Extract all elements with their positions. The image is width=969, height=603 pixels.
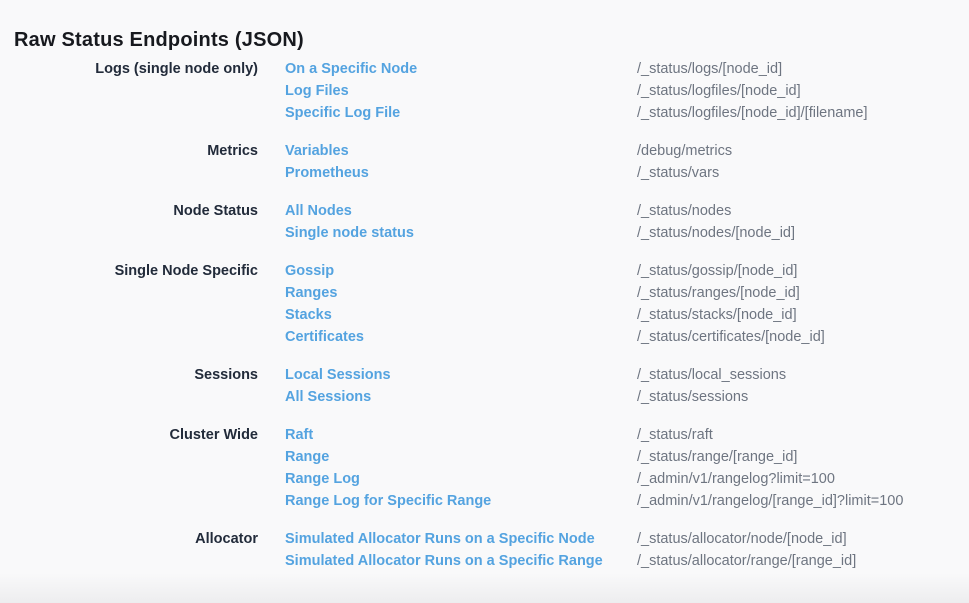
endpoint-path: /_status/gossip/[node_id] [637, 260, 797, 282]
endpoint-link[interactable]: Range Log [285, 468, 637, 490]
endpoint-path: /_status/logs/[node_id] [637, 58, 782, 80]
category-label: Node Status [0, 200, 258, 222]
endpoint-path: /_status/allocator/range/[range_id] [637, 550, 856, 572]
endpoint-link[interactable]: Simulated Allocator Runs on a Specific N… [285, 528, 637, 550]
endpoint-link[interactable]: Log Files [285, 80, 637, 102]
endpoint-path: /_status/raft [637, 424, 713, 446]
endpoint-link[interactable]: Certificates [285, 326, 637, 348]
endpoint-section: Allocator Simulated Allocator Runs on a … [0, 528, 969, 572]
table-row: Range Log for Specific Range /_admin/v1/… [285, 490, 903, 512]
table-row: Range Log /_admin/v1/rangelog?limit=100 [285, 468, 903, 490]
endpoint-link[interactable]: Simulated Allocator Runs on a Specific R… [285, 550, 637, 572]
table-row: All Sessions /_status/sessions [285, 386, 786, 408]
category-label: Metrics [0, 140, 258, 162]
table-row: Certificates /_status/certificates/[node… [285, 326, 825, 348]
endpoint-link[interactable]: Prometheus [285, 162, 637, 184]
section-rows: Variables /debug/metrics Prometheus /_st… [285, 140, 732, 184]
category-label: Allocator [0, 528, 258, 550]
table-row: Stacks /_status/stacks/[node_id] [285, 304, 825, 326]
endpoint-link[interactable]: Stacks [285, 304, 637, 326]
page-title: Raw Status Endpoints (JSON) [14, 28, 304, 52]
endpoint-section: Node Status All Nodes /_status/nodes Sin… [0, 200, 969, 244]
endpoint-path: /_status/certificates/[node_id] [637, 326, 825, 348]
endpoint-link[interactable]: Local Sessions [285, 364, 637, 386]
endpoint-path: /_status/allocator/node/[node_id] [637, 528, 847, 550]
endpoint-link[interactable]: All Nodes [285, 200, 637, 222]
category-label: Logs (single node only) [0, 58, 258, 80]
table-row: Ranges /_status/ranges/[node_id] [285, 282, 825, 304]
endpoint-path: /_status/stacks/[node_id] [637, 304, 797, 326]
table-row: Single node status /_status/nodes/[node_… [285, 222, 795, 244]
category-label: Sessions [0, 364, 258, 386]
endpoint-link[interactable]: Gossip [285, 260, 637, 282]
table-row: Gossip /_status/gossip/[node_id] [285, 260, 825, 282]
endpoint-path: /_status/logfiles/[node_id]/[filename] [637, 102, 868, 124]
endpoint-link[interactable]: Range Log for Specific Range [285, 490, 637, 512]
table-row: Log Files /_status/logfiles/[node_id] [285, 80, 868, 102]
endpoint-link[interactable]: Ranges [285, 282, 637, 304]
endpoint-path: /_status/nodes/[node_id] [637, 222, 795, 244]
table-row: All Nodes /_status/nodes [285, 200, 795, 222]
section-rows: Simulated Allocator Runs on a Specific N… [285, 528, 856, 572]
endpoint-path: /_status/sessions [637, 386, 748, 408]
endpoints-table: Logs (single node only) On a Specific No… [0, 58, 969, 588]
section-rows: Gossip /_status/gossip/[node_id] Ranges … [285, 260, 825, 348]
endpoint-path: /_status/range/[range_id] [637, 446, 797, 468]
table-row: Raft /_status/raft [285, 424, 903, 446]
endpoint-link[interactable]: On a Specific Node [285, 58, 637, 80]
table-row: Local Sessions /_status/local_sessions [285, 364, 786, 386]
endpoint-link[interactable]: Specific Log File [285, 102, 637, 124]
endpoint-path: /_admin/v1/rangelog?limit=100 [637, 468, 835, 490]
section-rows: Raft /_status/raft Range /_status/range/… [285, 424, 903, 512]
endpoint-path: /debug/metrics [637, 140, 732, 162]
section-rows: On a Specific Node /_status/logs/[node_i… [285, 58, 868, 124]
endpoint-section: Cluster Wide Raft /_status/raft Range /_… [0, 424, 969, 512]
table-row: On a Specific Node /_status/logs/[node_i… [285, 58, 868, 80]
endpoint-path: /_status/ranges/[node_id] [637, 282, 800, 304]
endpoint-section: Single Node Specific Gossip /_status/gos… [0, 260, 969, 348]
endpoint-link[interactable]: Variables [285, 140, 637, 162]
table-row: Variables /debug/metrics [285, 140, 732, 162]
endpoint-path: /_status/logfiles/[node_id] [637, 80, 801, 102]
endpoint-link[interactable]: Single node status [285, 222, 637, 244]
category-label: Single Node Specific [0, 260, 258, 282]
table-row: Specific Log File /_status/logfiles/[nod… [285, 102, 868, 124]
endpoint-link[interactable]: All Sessions [285, 386, 637, 408]
endpoint-section: Sessions Local Sessions /_status/local_s… [0, 364, 969, 408]
endpoint-path: /_status/nodes [637, 200, 731, 222]
section-rows: All Nodes /_status/nodes Single node sta… [285, 200, 795, 244]
endpoint-section: Metrics Variables /debug/metrics Prometh… [0, 140, 969, 184]
section-rows: Local Sessions /_status/local_sessions A… [285, 364, 786, 408]
endpoint-path: /_status/local_sessions [637, 364, 786, 386]
table-row: Simulated Allocator Runs on a Specific R… [285, 550, 856, 572]
endpoint-link[interactable]: Raft [285, 424, 637, 446]
endpoint-link[interactable]: Range [285, 446, 637, 468]
table-row: Prometheus /_status/vars [285, 162, 732, 184]
endpoint-path: /_status/vars [637, 162, 719, 184]
table-row: Range /_status/range/[range_id] [285, 446, 903, 468]
endpoint-path: /_admin/v1/rangelog/[range_id]?limit=100 [637, 490, 903, 512]
category-label: Cluster Wide [0, 424, 258, 446]
table-row: Simulated Allocator Runs on a Specific N… [285, 528, 856, 550]
endpoint-section: Logs (single node only) On a Specific No… [0, 58, 969, 124]
